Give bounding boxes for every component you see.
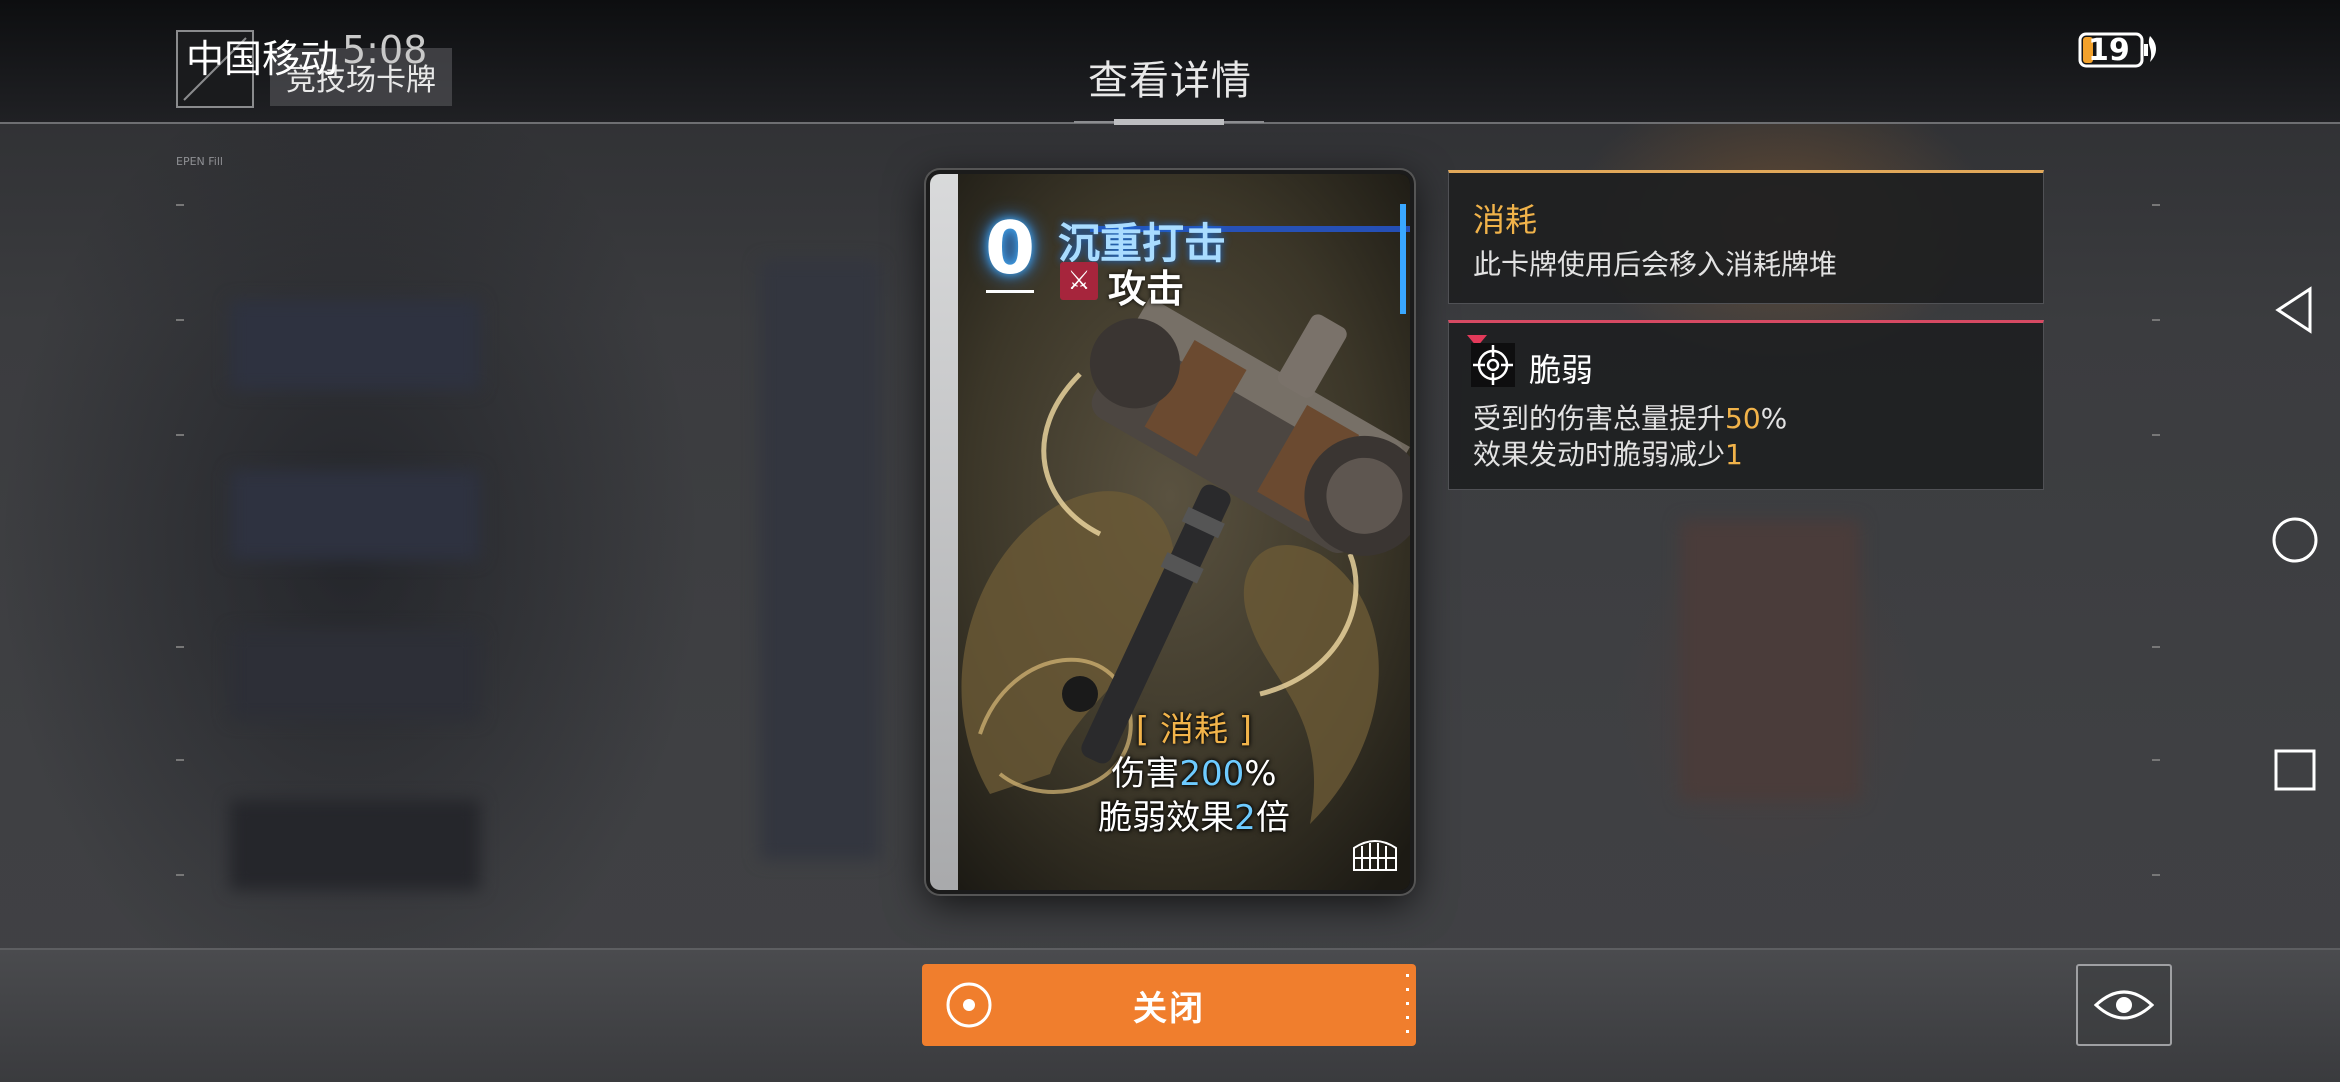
crossed-swords-icon: ⚔: [1060, 262, 1098, 300]
bg-blur-block: [230, 630, 480, 720]
back-triangle-icon[interactable]: [2270, 285, 2320, 335]
right-ruler-deco: [2152, 204, 2160, 876]
dots-deco: [1406, 974, 1409, 1033]
page-title: 查看详情: [1088, 58, 1252, 104]
bg-blur-block: [230, 470, 480, 560]
vulnerable-line1-label: 受到的伤害总量提升: [1473, 402, 1726, 435]
toggle-visibility-button[interactable]: [2076, 964, 2172, 1046]
bg-blur-block: [760, 260, 880, 860]
vulnerable-line1-suffix: %: [1760, 402, 1788, 435]
card-damage-label: 伤害: [1111, 754, 1180, 794]
card-vulnerable-suffix: 倍: [1255, 798, 1290, 838]
keyword-desc-vulnerable-line1: 受到的伤害总量提升50%: [1473, 401, 1787, 437]
colosseum-icon: [1353, 840, 1397, 871]
keyword-desc-vulnerable-line2: 效果发动时脆弱减少1: [1473, 437, 1743, 473]
vulnerable-line2-value: 1: [1725, 438, 1743, 471]
keyword-desc-exhaust: 此卡牌使用后会移入消耗牌堆: [1473, 248, 1838, 281]
card-vulnerable-value: 2: [1234, 798, 1256, 838]
keyword-panel-exhaust: 消耗 此卡牌使用后会移入消耗牌堆: [1448, 170, 2044, 304]
battery-level: 19: [2088, 33, 2130, 68]
card-damage-line: 伤害200%: [950, 746, 1410, 795]
panel-deco-tag: EPEN Fill: [176, 155, 223, 168]
title-underline-deco: [1074, 119, 1264, 125]
bg-blur-block: [1680, 520, 1860, 800]
card-vulnerable-label: 脆弱效果: [1098, 798, 1235, 838]
keyword-panel-vulnerable: 脆弱 受到的伤害总量提升50% 效果发动时脆弱减少1: [1448, 320, 2044, 490]
card-damage-suffix: %: [1244, 754, 1277, 794]
crosshair-icon: [1471, 343, 1515, 387]
card-type: 攻击: [1108, 267, 1185, 311]
card-preview: 0 沉重打击 ⚔ 攻击 [ 消耗 ] 伤害200% 脆弱效果2倍: [926, 170, 1414, 894]
home-circle-icon[interactable]: [2270, 515, 2320, 565]
card-damage-value: 200: [1179, 754, 1245, 794]
card-cost: 0: [984, 206, 1036, 290]
vulnerable-line2-label: 效果发动时脆弱减少: [1473, 438, 1726, 471]
eye-icon: [2094, 990, 2154, 1020]
keyword-title-exhaust: 消耗: [1473, 201, 1538, 239]
card-exhaust-tag: [ 消耗 ]: [1135, 710, 1253, 750]
bg-blur-block: [230, 800, 480, 890]
bg-blur-block: [230, 300, 480, 390]
vulnerable-line1-value: 50: [1725, 402, 1761, 435]
close-button-label: 关闭: [1133, 988, 1205, 1029]
keyword-title-vulnerable: 脆弱: [1529, 351, 1594, 389]
target-ring-icon: [946, 982, 992, 1028]
card-vulnerable-line: 脆弱效果2倍: [950, 790, 1410, 839]
recents-square-icon[interactable]: [2270, 745, 2320, 795]
close-button[interactable]: 关闭: [922, 964, 1416, 1046]
left-ruler-deco: [176, 204, 184, 876]
